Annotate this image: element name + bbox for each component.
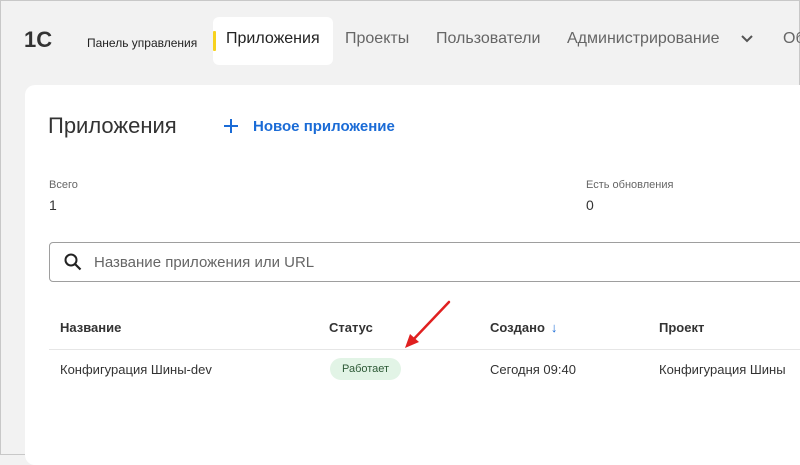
column-header-created-label: Создано bbox=[490, 320, 545, 335]
stat-total-value: 1 bbox=[49, 197, 57, 213]
nav-tab-applications[interactable]: Приложения bbox=[213, 17, 333, 65]
nav-tab-administration[interactable]: Администрирование bbox=[567, 30, 720, 48]
stat-total-label: Всего bbox=[49, 179, 78, 191]
new-app-label: Новое приложение bbox=[253, 117, 395, 135]
nav-tab-about[interactable]: Об bbox=[783, 30, 800, 48]
column-header-status[interactable]: Статус bbox=[329, 320, 373, 335]
applications-card: Приложения Новое приложение Всего 1 Есть… bbox=[25, 85, 800, 465]
table-row-project: Конфигурация Шины bbox=[659, 362, 786, 377]
stat-updates-label: Есть обновления bbox=[586, 179, 674, 191]
column-header-created[interactable]: Создано ↓ bbox=[490, 320, 557, 335]
nav-tab-projects[interactable]: Проекты bbox=[345, 30, 409, 48]
top-header: 1С Панель управления Приложения Проекты … bbox=[1, 1, 800, 79]
active-tab-marker bbox=[213, 31, 216, 51]
logo-1c-icon[interactable]: 1С bbox=[24, 29, 72, 51]
search-box bbox=[49, 242, 800, 282]
search-input[interactable] bbox=[92, 249, 796, 275]
svg-text:1С: 1С bbox=[24, 29, 52, 51]
search-icon bbox=[64, 253, 82, 271]
new-app-button[interactable]: Новое приложение bbox=[223, 116, 395, 136]
panel-title: Панель управления bbox=[87, 36, 198, 50]
table-row-name[interactable]: Конфигурация Шины-dev bbox=[60, 362, 212, 377]
chevron-down-icon[interactable] bbox=[740, 34, 754, 44]
table-row-created: Сегодня 09:40 bbox=[490, 362, 576, 377]
nav-tab-label: Приложения bbox=[226, 30, 320, 47]
column-header-project[interactable]: Проект bbox=[659, 320, 704, 335]
stat-updates-value: 0 bbox=[586, 197, 594, 213]
nav-tab-users[interactable]: Пользователи bbox=[436, 30, 540, 48]
column-header-name[interactable]: Название bbox=[60, 320, 121, 335]
status-badge: Работает bbox=[330, 358, 402, 380]
annotation-arrow-icon bbox=[405, 300, 451, 348]
plus-icon bbox=[224, 119, 238, 133]
sort-desc-arrow-icon: ↓ bbox=[550, 320, 558, 335]
page-title: Приложения bbox=[48, 113, 177, 138]
app-window: 1С Панель управления Приложения Проекты … bbox=[0, 0, 800, 465]
